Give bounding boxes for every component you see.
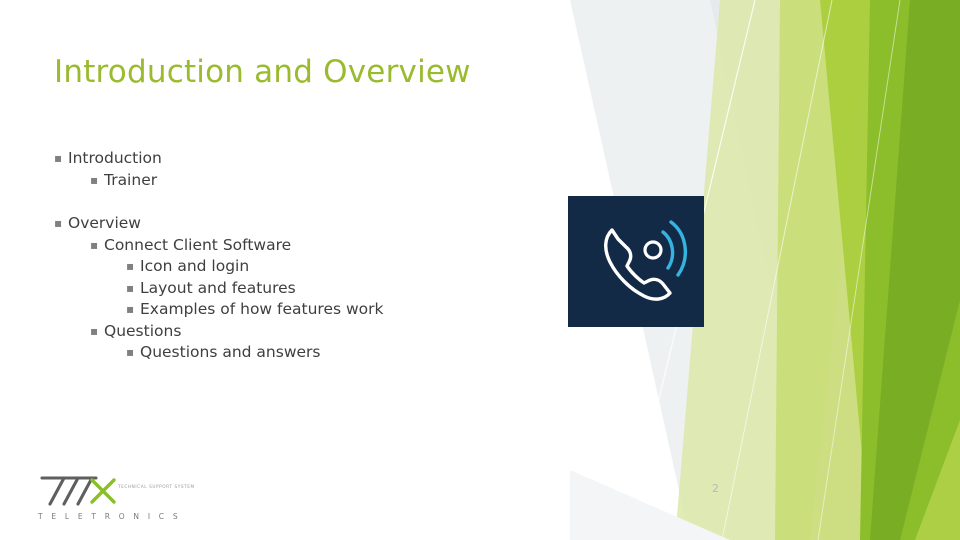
bullet-marker-icon: ▪ <box>54 216 63 230</box>
list-item: ▪ Questions and answers <box>126 342 554 364</box>
logo-wordmark: T E L E T R O N I C S <box>38 512 181 521</box>
list-item-label: Layout and features <box>140 278 296 297</box>
list-item-label: Examples of how features work <box>140 300 384 318</box>
page-title: Introduction and Overview <box>54 54 471 90</box>
bullet-marker-icon: ▪ <box>126 345 135 359</box>
slide: Introduction and Overview ▪ Introduction… <box>0 0 960 540</box>
list-item: ▪ Examples of how features work <box>126 299 554 321</box>
logo-tagline: TECHNICAL SUPPORT SYSTEM <box>118 484 195 489</box>
bullet-list: ▪ Introduction ▪ Trainer ▪ Overview ▪ Co… <box>54 148 554 364</box>
list-item-label: Connect Client Software <box>104 235 292 254</box>
list-item: ▪ Trainer <box>90 170 554 192</box>
list-item: ▪ Connect Client Software <box>90 235 554 257</box>
list-item-label: Introduction <box>68 149 162 167</box>
list-item-label: Icon and login <box>140 257 250 275</box>
phone-signal-image <box>568 196 704 327</box>
list-item-label: Overview <box>68 214 141 232</box>
bullet-marker-icon: ▪ <box>126 259 135 273</box>
company-logo <box>38 470 228 518</box>
bullet-marker-icon: ▪ <box>54 151 63 165</box>
list-item-label: Trainer <box>104 170 158 189</box>
list-item: ▪ Questions <box>90 321 554 343</box>
bullet-marker-icon: ▪ <box>90 172 99 187</box>
list-item-label: Questions and answers <box>140 343 321 361</box>
bullet-marker-icon: ▪ <box>90 323 99 338</box>
list-item: ▪ Introduction <box>54 148 554 170</box>
list-item: ▪ Overview <box>54 213 554 235</box>
bullet-marker-icon: ▪ <box>126 302 135 316</box>
slide-number: 2 <box>712 482 719 495</box>
list-item: ▪ Icon and login <box>126 256 554 278</box>
bullet-marker-icon: ▪ <box>126 280 135 295</box>
list-item: ▪ Layout and features <box>126 278 554 300</box>
bullet-marker-icon: ▪ <box>90 237 99 252</box>
list-item-label: Questions <box>104 321 182 340</box>
